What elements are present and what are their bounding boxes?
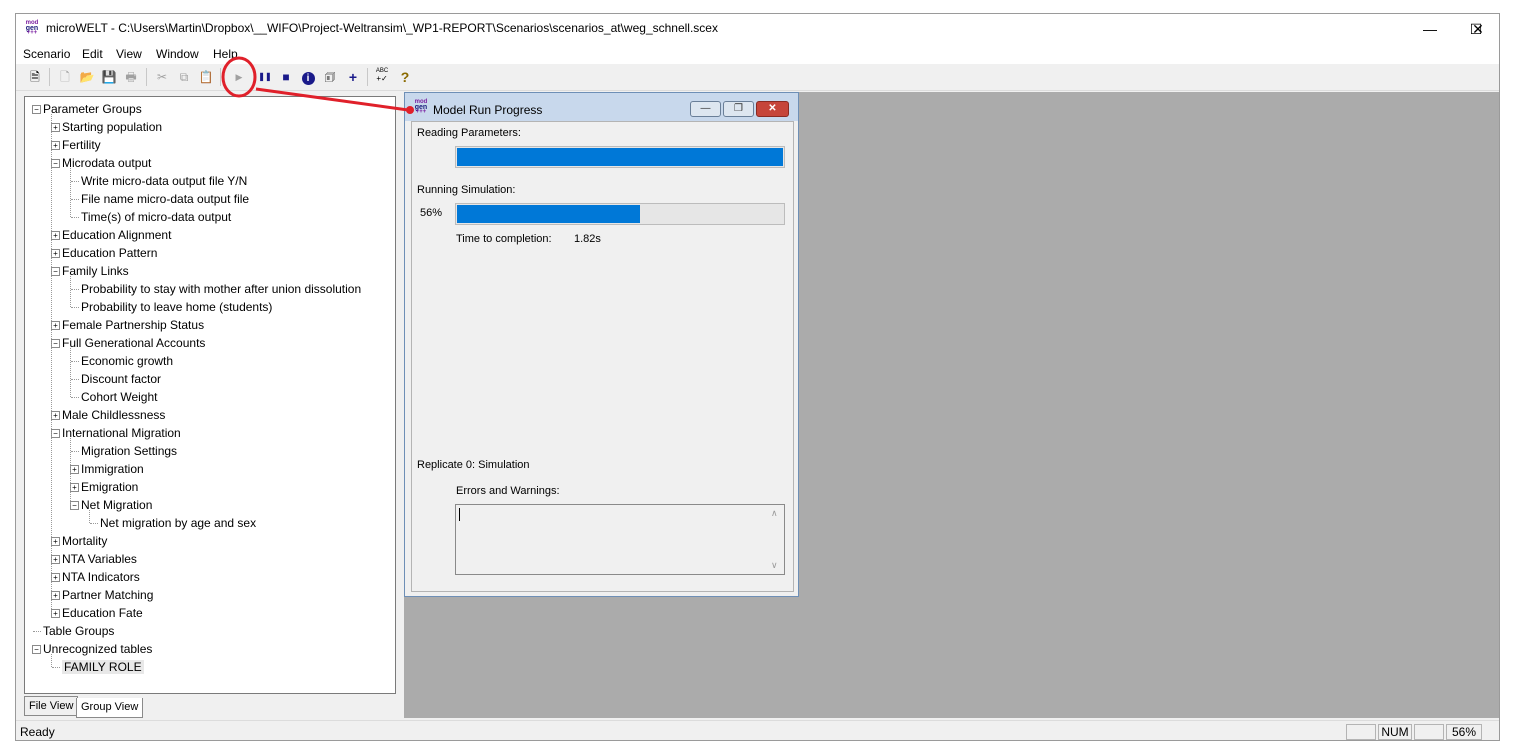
annotation-arrow [255, 87, 409, 112]
annotation-arrow-head [406, 106, 414, 114]
annotation-overlay [221, 56, 414, 114]
annotation-circle [221, 56, 257, 98]
